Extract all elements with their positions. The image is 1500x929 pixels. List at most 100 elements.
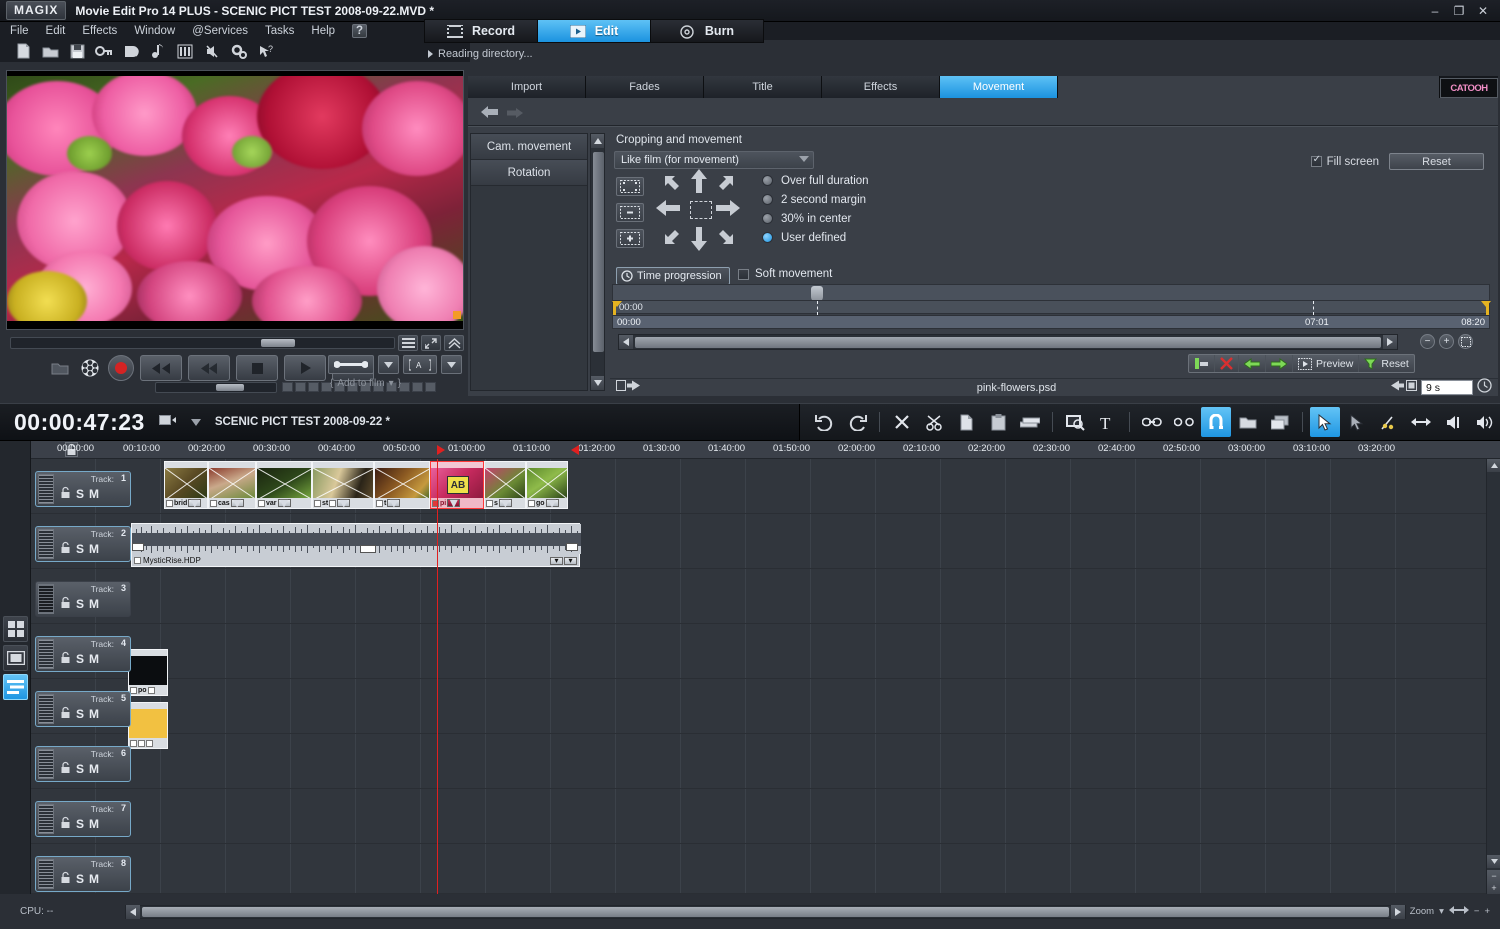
menu-item-tasks[interactable]: Tasks [265,25,294,37]
save-project-icon[interactable] [66,42,88,60]
clip-checkbox[interactable] [314,499,321,507]
add-to-film-control[interactable]: { Add to film ▾ } [330,378,401,389]
fullscreen-icon[interactable] [421,335,441,351]
arrow-down-left-icon[interactable] [664,227,682,250]
apply-to-all-icon[interactable] [616,379,642,397]
redo-icon[interactable] [842,407,872,437]
scene-overview-icon[interactable] [1060,407,1090,437]
keyframe-horizontal-scrollbar[interactable] [618,334,1398,350]
track-lock-icon[interactable] [60,816,71,832]
range-dropdown-icon[interactable] [378,355,399,374]
clip-checkbox[interactable] [166,499,173,507]
zoom-dropdown-icon[interactable]: ▾ [1439,906,1444,917]
marker-icon[interactable] [158,413,177,432]
video-clip[interactable] [128,702,168,749]
audio-fade-handle-left[interactable] [132,543,144,551]
track-fader[interactable] [38,694,54,724]
audio-clip[interactable]: MysticRise.HDP ▾ ▾ [131,523,581,567]
crop-frame-icon[interactable] [616,177,644,196]
rewind-button[interactable] [188,355,230,381]
expand-arrow-icon[interactable] [428,50,433,58]
video-clip[interactable]: cas ▾ [208,461,256,509]
menu-item-effects[interactable]: Effects [82,25,117,37]
move-front-icon[interactable] [1233,407,1263,437]
back-arrow-icon[interactable] [480,105,500,119]
clip-checkbox-2[interactable] [147,686,155,694]
hscroll-thumb[interactable] [635,336,1381,348]
menu-item-window[interactable]: Window [134,25,175,37]
restore-icon[interactable]: ❐ [1452,4,1466,18]
stop-button[interactable] [236,355,278,381]
time-progression-button[interactable]: Time progression [616,267,730,285]
scroll-thumb[interactable] [593,152,604,352]
track-fader[interactable] [38,584,54,614]
track-lock-icon[interactable] [60,541,71,557]
help-question-icon[interactable]: ? [352,24,368,38]
track-header-6[interactable]: Track: 6 S M [35,746,131,782]
duration-clock-icon[interactable] [1477,377,1492,398]
marker-mode-icon[interactable]: A [403,355,437,374]
forward-arrow-icon[interactable] [506,106,524,118]
menu-item-edit[interactable]: Edit [46,25,66,37]
zoom-in-icon[interactable]: + [1439,334,1454,349]
magnet-snap-icon[interactable] [1201,407,1231,437]
track-lock-icon[interactable] [60,706,71,722]
track-fader[interactable] [38,859,54,889]
clip-dropdown-icon[interactable]: ▾ [337,495,351,508]
track-lock-icon[interactable] [60,761,71,777]
track-lock-icon[interactable] [60,651,71,667]
add-keyframe-icon[interactable] [1189,355,1215,372]
skip-back-button[interactable] [140,355,182,381]
audio-volume-handle[interactable] [360,545,376,553]
plus-icon[interactable]: + [1491,883,1496,893]
zoom-out-icon[interactable]: − [1420,334,1435,349]
scroll-up-icon[interactable] [591,134,604,148]
soft-movement-checkbox[interactable]: Soft movement [738,268,832,280]
audio-fade-handle-right[interactable] [566,543,578,551]
menu-item-services[interactable]: @Services [192,25,248,37]
delete-keyframe-icon[interactable] [1215,355,1239,372]
arrow-up-right-icon[interactable] [716,175,734,198]
clip-dropdown-icon[interactable]: ▾ [545,495,559,508]
mouse-mode-preview-audio-icon[interactable] [1438,407,1468,437]
arranger-vertical-scrollbar[interactable]: − + [1486,459,1500,894]
storyboard-view-icon[interactable] [3,616,28,642]
copy-icon[interactable] [951,407,981,437]
mode-button-burn[interactable]: Burn [651,20,763,42]
range-in-marker[interactable] [437,445,445,455]
clip-checkbox[interactable] [130,739,137,747]
track-mute-button[interactable]: M [89,872,99,886]
track-fader[interactable] [38,474,54,504]
apply-duration-icon[interactable] [1391,379,1417,397]
track-fader[interactable] [38,804,54,834]
clip-dropdown-icon[interactable]: ▾ [387,495,401,508]
track-solo-button[interactable]: S [76,872,84,886]
audio-clip-dropdown-icon-2[interactable]: ▾ [564,556,577,565]
track-solo-button[interactable]: S [76,487,84,501]
arrow-right-icon[interactable] [716,199,740,222]
clip-checkbox[interactable] [376,499,383,507]
add-to-film-dropdown-icon[interactable]: ▾ [389,378,394,389]
video-preview-monitor[interactable] [6,70,464,330]
radio-30-percent-center[interactable]: 30% in center [762,209,869,228]
radio-over-full-duration[interactable]: Over full duration [762,171,869,190]
arrow-left-icon[interactable] [656,199,680,222]
audio-clip-dropdown-icon[interactable]: ▾ [550,556,563,565]
next-keyframe-icon[interactable] [1266,355,1293,372]
clip-dropdown-icon[interactable]: ▾ [447,495,461,508]
playhead[interactable] [437,459,438,894]
zoom-in-icon[interactable]: + [1484,906,1490,917]
arrow-down-right-icon[interactable] [716,227,734,250]
category-list-scrollbar[interactable] [590,133,605,391]
timeline-view-icon[interactable] [3,674,28,700]
tab-effects[interactable]: Effects [822,76,940,98]
tab-title[interactable]: Title [704,76,822,98]
reset-keyframes-button[interactable]: Reset [1359,355,1413,372]
mouse-mode-curve-icon[interactable] [1374,407,1404,437]
clip-dropdown-icon[interactable]: ▾ [230,495,244,508]
fill-screen-checkbox[interactable]: Fill screen [1310,154,1379,168]
menu-item-help[interactable]: Help [311,25,335,37]
reset-button[interactable]: Reset [1389,153,1484,170]
video-clip[interactable]: t ▾ [374,461,430,509]
folder-icon[interactable] [48,356,72,380]
